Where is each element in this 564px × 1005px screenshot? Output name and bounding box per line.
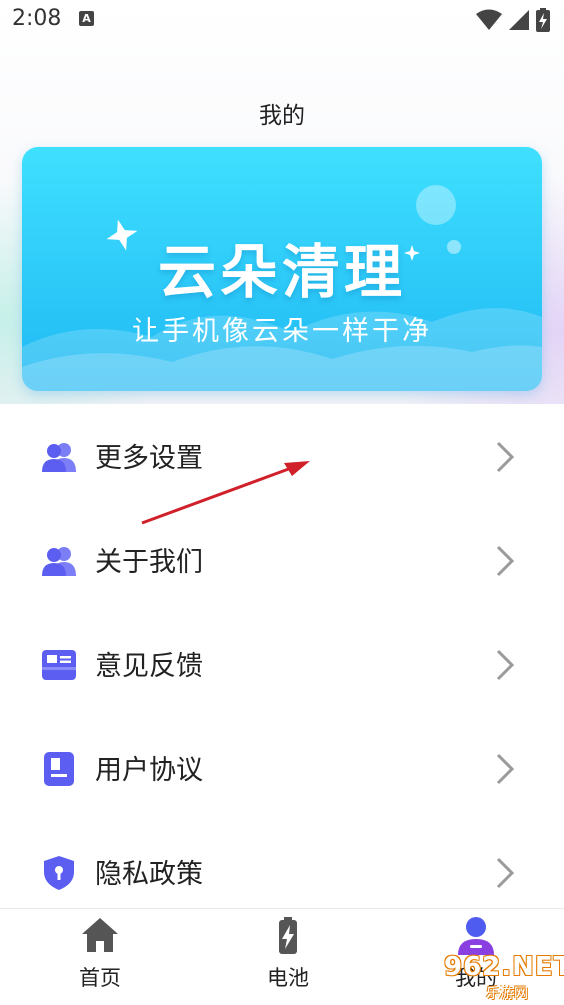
watermark-subtext: 乐游网 (486, 986, 528, 1002)
signal-icon (509, 10, 529, 30)
menu-item-feedback[interactable]: 意见反馈 (0, 612, 564, 716)
chevron-right-icon (496, 545, 515, 577)
menu-label: 隐私政策 (95, 859, 203, 890)
battery-icon (279, 917, 297, 954)
tab-battery[interactable]: 电池 (194, 909, 382, 1005)
document-icon (44, 752, 74, 786)
home-icon (82, 918, 118, 952)
watermark-text: 962.NET (444, 952, 564, 982)
shield-lock-icon (44, 856, 74, 890)
wifi-icon (476, 9, 502, 30)
users-icon (42, 443, 76, 472)
settings-menu: 更多设置 关于我们 意见反馈 用户协议 隐私政策 (0, 404, 564, 908)
users-icon (42, 547, 76, 576)
menu-item-about-us[interactable]: 关于我们 (0, 508, 564, 612)
menu-label: 关于我们 (95, 547, 203, 578)
menu-label: 用户协议 (95, 755, 203, 786)
battery-status-icon (536, 8, 550, 32)
menu-label: 意见反馈 (95, 651, 203, 682)
chevron-right-icon (496, 441, 515, 473)
profile-icon (458, 917, 494, 955)
banner-subtitle: 让手机像云朵一样干净 (132, 316, 432, 347)
tab-home[interactable]: 首页 (6, 909, 194, 1005)
page-title: 我的 (259, 103, 305, 129)
status-time: 2:08 (12, 6, 62, 31)
tab-label: 首页 (79, 966, 121, 990)
menu-item-more-settings[interactable]: 更多设置 (0, 404, 564, 508)
site-watermark: 962.NET 乐游网 (426, 950, 564, 1002)
status-icons (476, 8, 550, 32)
app-banner: 云朵清理 让手机像云朵一样干净 (22, 147, 542, 391)
banner-title: 云朵清理 (157, 238, 406, 306)
chevron-right-icon (496, 753, 515, 785)
chevron-right-icon (496, 857, 515, 889)
status-bar: 2:08 A (0, 0, 564, 40)
notification-a-icon: A (79, 11, 94, 26)
tab-label: 电池 (267, 966, 309, 990)
menu-label: 更多设置 (95, 443, 203, 474)
feedback-icon (42, 650, 76, 680)
chevron-right-icon (496, 649, 515, 681)
menu-item-user-agreement[interactable]: 用户协议 (0, 716, 564, 820)
